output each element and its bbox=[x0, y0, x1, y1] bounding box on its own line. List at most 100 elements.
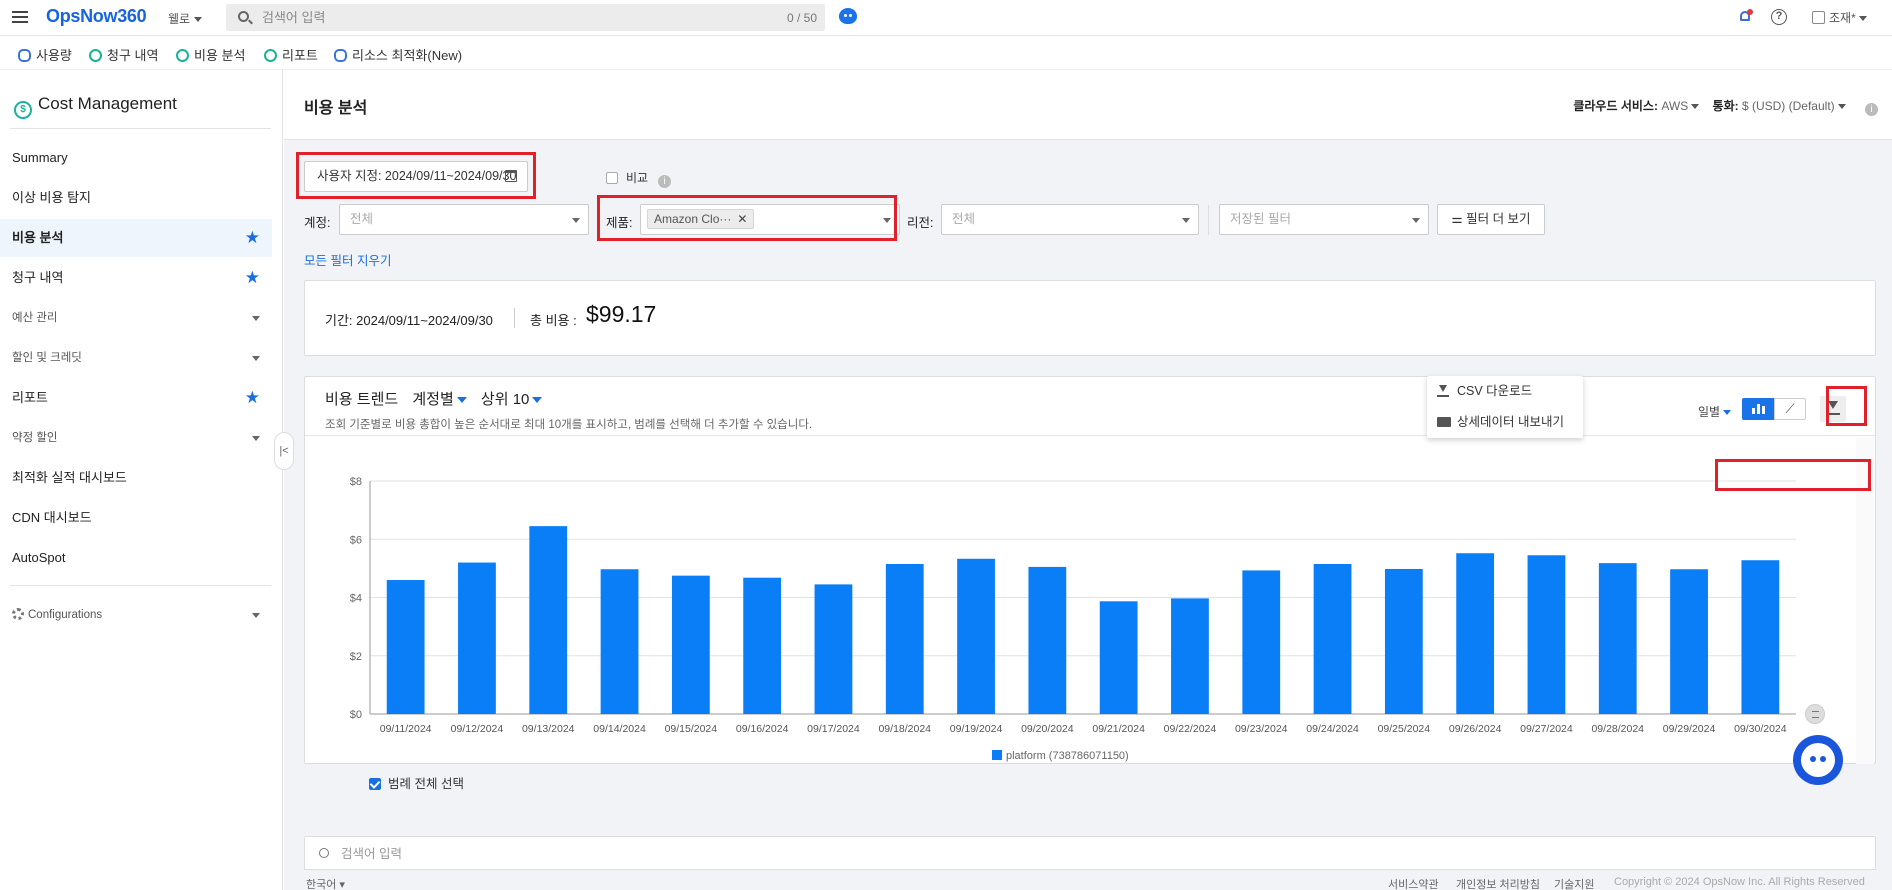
top-n-select[interactable]: 상위 10 bbox=[481, 391, 543, 408]
account-filter-select[interactable]: 전체 bbox=[339, 204, 589, 235]
language-select[interactable]: 한국어 ▾ bbox=[306, 876, 345, 890]
sidebar-item-cdn-dashboard[interactable]: CDN 대시보드 bbox=[0, 499, 272, 537]
sidebar-item-label: Summary bbox=[12, 150, 68, 165]
chevron-down-icon bbox=[1182, 218, 1190, 223]
saved-filter-select[interactable]: 저장된 필터 bbox=[1219, 204, 1429, 235]
sidebar: $ Cost Management Summary 이상 비용 탐지 비용 분석 ★… bbox=[0, 70, 283, 890]
search-icon bbox=[238, 11, 249, 22]
compare-checkbox[interactable] bbox=[606, 172, 618, 184]
chevron-down-icon bbox=[1691, 104, 1700, 110]
line-chart-view-button[interactable]: ⟋ bbox=[1774, 398, 1806, 420]
summary-period: 기간: 2024/09/11~2024/09/30 bbox=[325, 313, 493, 328]
chevron-down-icon bbox=[456, 397, 467, 404]
subnav-resource-optimization[interactable]: 리소스 최적화(New) bbox=[334, 45, 462, 64]
menu-icon[interactable] bbox=[12, 11, 28, 23]
chevron-down-icon bbox=[1723, 410, 1732, 416]
download-menu: CSV 다운로드 상세데이터 내보내기 bbox=[1427, 376, 1583, 438]
select-all-legend-checkbox[interactable]: 범례 전체 선택 bbox=[369, 773, 464, 792]
chevron-down-icon bbox=[252, 316, 260, 321]
mail-icon bbox=[1437, 417, 1451, 427]
chevron-down-icon bbox=[1837, 104, 1846, 110]
summary-card: 기간: 2024/09/11~2024/09/30 총 비용 : $99.17 bbox=[304, 280, 1876, 356]
search-char-count: 0 / 50 bbox=[786, 11, 817, 25]
currency-select[interactable]: $ (USD) (Default) bbox=[1742, 99, 1835, 113]
footer-link-privacy[interactable]: 개인정보 처리방침 bbox=[1456, 876, 1540, 890]
sidebar-item-commitment-discount[interactable]: 약정 할인 bbox=[0, 419, 272, 457]
scroll-handle[interactable] bbox=[1805, 704, 1825, 724]
subnav-usage[interactable]: 사용량 bbox=[18, 45, 72, 64]
subnav-billing[interactable]: 청구 내역 bbox=[89, 45, 158, 64]
table-search-input[interactable] bbox=[341, 845, 741, 863]
sidebar-item-label: 비용 분석 bbox=[12, 230, 64, 245]
notification-bell-icon[interactable] bbox=[1738, 9, 1753, 24]
subnav-report[interactable]: 리포트 bbox=[264, 45, 318, 64]
global-search-input[interactable] bbox=[262, 8, 742, 27]
sidebar-item-label: 할인 및 크레딧 bbox=[12, 352, 82, 364]
sidebar-item-summary[interactable]: Summary bbox=[0, 139, 272, 177]
sidebar-title: $ Cost Management bbox=[14, 94, 177, 119]
clear-all-filters-link[interactable]: 모든 필터 지우기 bbox=[304, 250, 391, 269]
divider bbox=[514, 308, 515, 328]
export-detail-item[interactable]: 상세데이터 내보내기 bbox=[1427, 407, 1583, 438]
user-menu[interactable]: 조재* bbox=[1812, 9, 1867, 26]
dollar-coin-icon: $ bbox=[14, 101, 32, 119]
info-icon[interactable]: i bbox=[658, 175, 672, 188]
sidebar-item-label: 리포트 bbox=[12, 390, 48, 405]
footer-link-support[interactable]: 기술지원 bbox=[1554, 876, 1594, 890]
csv-download-label: CSV 다운로드 bbox=[1457, 384, 1533, 398]
download-icon bbox=[1437, 385, 1449, 397]
chart-legend[interactable]: platform (738786071150) bbox=[992, 750, 1129, 762]
global-search: 0 / 50 bbox=[226, 4, 825, 31]
database-icon bbox=[18, 49, 31, 62]
sidebar-item-label: AutoSpot bbox=[12, 550, 66, 565]
sidebar-item-autospot[interactable]: AutoSpot bbox=[0, 539, 272, 577]
legend-swatch bbox=[992, 750, 1002, 760]
table-search-bar bbox=[304, 836, 1876, 870]
main-content: 비용 분석 클라우드 서비스: AWS 통화: $ (USD) (Default… bbox=[284, 70, 1892, 890]
sidebar-item-label: CDN 대시보드 bbox=[12, 510, 92, 525]
highlight-box-date bbox=[296, 152, 536, 199]
sidebar-item-configurations[interactable]: Configurations bbox=[0, 596, 272, 634]
sidebar-item-budget[interactable]: 예산 관리 bbox=[0, 299, 272, 337]
info-icon[interactable]: i bbox=[1865, 103, 1878, 116]
chevron-down-icon bbox=[252, 356, 260, 361]
saved-filter-value: 저장된 필터 bbox=[1230, 212, 1291, 226]
highlight-box-export bbox=[1715, 459, 1871, 491]
chatbot-button[interactable] bbox=[1793, 735, 1843, 785]
region-filter-select[interactable]: 전체 bbox=[941, 204, 1199, 235]
sidebar-item-billing[interactable]: 청구 내역 ★ bbox=[0, 259, 272, 297]
trend-header: 비용 트렌드 계정별 상위 10 bbox=[325, 388, 543, 409]
sidebar-item-cost-analysis[interactable]: 비용 분석 ★ bbox=[0, 219, 272, 257]
compare-label: 비교 bbox=[626, 171, 649, 185]
sidebar-item-anomaly-detection[interactable]: 이상 비용 탐지 bbox=[0, 179, 272, 217]
help-icon[interactable]: ? bbox=[1771, 9, 1787, 25]
compare-toggle[interactable]: 비교 i bbox=[606, 169, 672, 188]
ai-assistant-icon[interactable] bbox=[839, 8, 857, 24]
sidebar-collapse-button[interactable]: |< bbox=[274, 432, 294, 470]
star-icon[interactable]: ★ bbox=[245, 259, 260, 297]
star-icon[interactable]: ★ bbox=[245, 379, 260, 417]
group-by-select[interactable]: 계정별 bbox=[412, 391, 467, 408]
filter-icon: ⚌ bbox=[1451, 212, 1467, 226]
sidebar-item-discounts[interactable]: 할인 및 크레딧 bbox=[0, 339, 272, 377]
more-filters-button[interactable]: ⚌ 필터 더 보기 bbox=[1437, 204, 1545, 235]
user-avatar-icon bbox=[1812, 11, 1825, 24]
workspace-select[interactable]: 웰로 bbox=[168, 10, 203, 27]
top-header: OpsNow360 웰로 0 / 50 ? 조재* bbox=[0, 0, 1892, 36]
period-select[interactable]: 일별 bbox=[1698, 403, 1732, 420]
subnav-label: 비용 분석 bbox=[194, 48, 246, 63]
sidebar-item-report[interactable]: 리포트 ★ bbox=[0, 379, 272, 417]
checkbox-checked-icon bbox=[369, 778, 381, 790]
cloud-service-select[interactable]: AWS bbox=[1661, 99, 1688, 113]
sidebar-item-optimization-dashboard[interactable]: 최적화 실적 대시보드 bbox=[0, 459, 272, 497]
subnav-cost-analysis[interactable]: 비용 분석 bbox=[176, 45, 245, 64]
user-name: 조재* bbox=[1829, 11, 1856, 25]
workspace-label: 웰로 bbox=[168, 12, 191, 26]
csv-download-item[interactable]: CSV 다운로드 bbox=[1427, 376, 1583, 407]
bar-chart-view-button[interactable] bbox=[1742, 398, 1774, 420]
app-logo[interactable]: OpsNow360 bbox=[46, 6, 147, 27]
footer-link-terms[interactable]: 서비스약관 bbox=[1388, 876, 1439, 890]
divider bbox=[1208, 205, 1209, 235]
chevron-down-icon bbox=[194, 17, 203, 23]
star-icon[interactable]: ★ bbox=[245, 219, 260, 257]
